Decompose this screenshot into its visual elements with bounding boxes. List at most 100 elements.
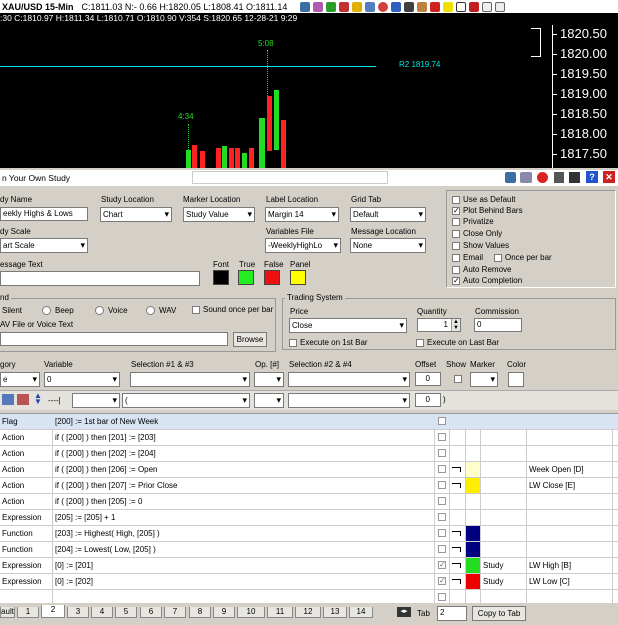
variable-select[interactable]: 0 <box>44 372 120 387</box>
panel-search[interactable] <box>192 171 388 184</box>
row-show-checkbox[interactable]: ✓ <box>438 561 446 569</box>
study-name-input[interactable]: eekly Highs & Lows <box>0 207 88 221</box>
auto-completion-checkbox[interactable]: ✓ <box>452 277 460 285</box>
grid-tab-select[interactable]: Default <box>350 207 426 222</box>
magnet-icon[interactable] <box>469 1 480 12</box>
marker-location-select[interactable]: Study Value <box>183 207 255 222</box>
study-scale-select[interactable]: art Scale <box>0 238 88 253</box>
chart-down-icon[interactable] <box>339 1 350 12</box>
row-show-checkbox[interactable] <box>438 497 446 505</box>
save-icon[interactable] <box>569 172 580 183</box>
tools-icon[interactable] <box>300 1 311 12</box>
tab-number-input[interactable]: 2 <box>437 606 467 621</box>
down-arrow-icon[interactable] <box>430 1 441 12</box>
row-color[interactable] <box>466 478 480 493</box>
row-show-checkbox[interactable] <box>438 417 446 425</box>
line-icon[interactable] <box>404 1 415 12</box>
panel-color-swatch[interactable] <box>290 270 306 285</box>
use-as-default-checkbox[interactable] <box>452 196 460 204</box>
tab-1[interactable]: 1 <box>17 607 39 618</box>
pencil-icon[interactable] <box>352 1 363 12</box>
table-row[interactable]: Function [203] := Highest( High, [205] ) <box>0 526 618 542</box>
row-color[interactable] <box>466 526 480 541</box>
insert-row-icon[interactable] <box>2 394 14 405</box>
auto-remove-checkbox[interactable] <box>452 266 460 274</box>
row-color[interactable] <box>466 462 480 477</box>
trash-icon[interactable] <box>554 172 564 183</box>
wave-icon[interactable] <box>313 1 324 12</box>
tab-7[interactable]: 7 <box>164 607 186 618</box>
check-icon[interactable] <box>326 1 337 12</box>
h-icon[interactable] <box>456 1 467 12</box>
table-row[interactable]: Expression [205] := [205] + 1 <box>0 510 618 526</box>
tab-scroll-arrows[interactable]: ◂▸ <box>397 607 411 617</box>
close-icon[interactable]: ✕ <box>603 171 615 183</box>
row-show-checkbox[interactable] <box>438 529 446 537</box>
commission-input[interactable]: 0 <box>474 318 522 332</box>
row-color[interactable] <box>466 542 480 557</box>
show-checkbox[interactable] <box>454 375 462 383</box>
close-only-checkbox[interactable] <box>452 230 460 238</box>
op-select[interactable] <box>254 372 284 387</box>
help-icon[interactable]: ? <box>586 171 598 183</box>
plot-behind-bars-checkbox[interactable]: ✓ <box>452 207 460 215</box>
message-text-input[interactable] <box>0 271 200 286</box>
true-color-swatch[interactable] <box>238 270 254 285</box>
privatize-checkbox[interactable] <box>452 218 460 226</box>
stop-icon[interactable] <box>537 172 548 183</box>
selection13-select[interactable] <box>130 372 250 387</box>
browse-button[interactable]: Browse <box>233 332 267 347</box>
tab-9[interactable]: 9 <box>213 607 235 618</box>
row-show-checkbox[interactable] <box>438 465 446 473</box>
row-show-checkbox[interactable] <box>438 433 446 441</box>
color-picker[interactable] <box>508 372 524 387</box>
tab-5[interactable]: 5 <box>115 607 137 618</box>
tab-13[interactable]: 13 <box>323 607 347 618</box>
study-location-select[interactable]: Chart <box>100 207 172 222</box>
row-show-checkbox[interactable]: ✓ <box>438 577 446 585</box>
tab-3[interactable]: 3 <box>67 607 89 618</box>
wav-radio[interactable] <box>146 306 155 315</box>
table-row[interactable] <box>0 590 618 606</box>
row-show-checkbox[interactable] <box>438 449 446 457</box>
tab-6[interactable]: 6 <box>140 607 162 618</box>
table-row[interactable]: Action if ( [200] ) then [201] := [203] <box>0 430 618 446</box>
copy-icon[interactable] <box>505 172 516 183</box>
row-show-checkbox[interactable] <box>438 593 446 601</box>
chart-collapse-box[interactable] <box>531 28 541 57</box>
tab-10[interactable]: 10 <box>237 607 265 618</box>
tab-8[interactable]: 8 <box>189 607 211 618</box>
category-select[interactable]: e <box>0 372 40 387</box>
copy-to-tab-button[interactable]: Copy to Tab <box>472 606 526 621</box>
marker-select[interactable] <box>470 372 498 387</box>
study-grid[interactable]: Flag [200] := 1st bar of New Week Action… <box>0 413 618 606</box>
once-per-bar-checkbox[interactable] <box>494 254 502 262</box>
arrow-icon[interactable] <box>365 1 376 12</box>
quantity-spinner[interactable]: ▲ ▼ <box>451 319 460 331</box>
table-row[interactable]: Flag [200] := 1st bar of New Week <box>0 414 618 430</box>
price-select[interactable]: Close <box>289 318 407 333</box>
row-show-checkbox[interactable] <box>438 513 446 521</box>
table-row[interactable]: Expression [0] := [202] ✓ Study LW Low [… <box>0 574 618 590</box>
show-values-checkbox[interactable] <box>452 242 460 250</box>
tab-4[interactable]: 4 <box>91 607 113 618</box>
tab-12[interactable]: 12 <box>295 607 321 618</box>
table-row[interactable]: Action if ( [200] ) then [207] := Prior … <box>0 478 618 494</box>
delete-row-icon[interactable] <box>17 394 29 405</box>
price-chart[interactable]: XAU/USD 15-Min C:1811.03 N:- 0.66 H:1820… <box>0 0 618 168</box>
offset-input[interactable]: 0 <box>415 372 441 386</box>
wav-file-input[interactable] <box>0 332 228 346</box>
row-show-checkbox[interactable] <box>438 545 446 553</box>
table-row[interactable]: Function [204] := Lowest( Low, [205] ) <box>0 542 618 558</box>
false-color-swatch[interactable] <box>264 270 280 285</box>
tab-11[interactable]: 11 <box>267 607 293 618</box>
move-updown-icon[interactable]: ▲ ▼ <box>34 392 43 406</box>
selection24-select[interactable] <box>288 372 410 387</box>
tab-14[interactable]: 14 <box>349 607 373 618</box>
execute-first-bar-checkbox[interactable] <box>289 339 297 347</box>
export-icon[interactable] <box>520 172 532 183</box>
tab-default[interactable]: ault <box>0 607 15 618</box>
beep-radio[interactable] <box>42 306 51 315</box>
paren-open-select[interactable]: ( <box>122 393 250 408</box>
label-location-select[interactable]: Margin 14 <box>265 207 339 222</box>
